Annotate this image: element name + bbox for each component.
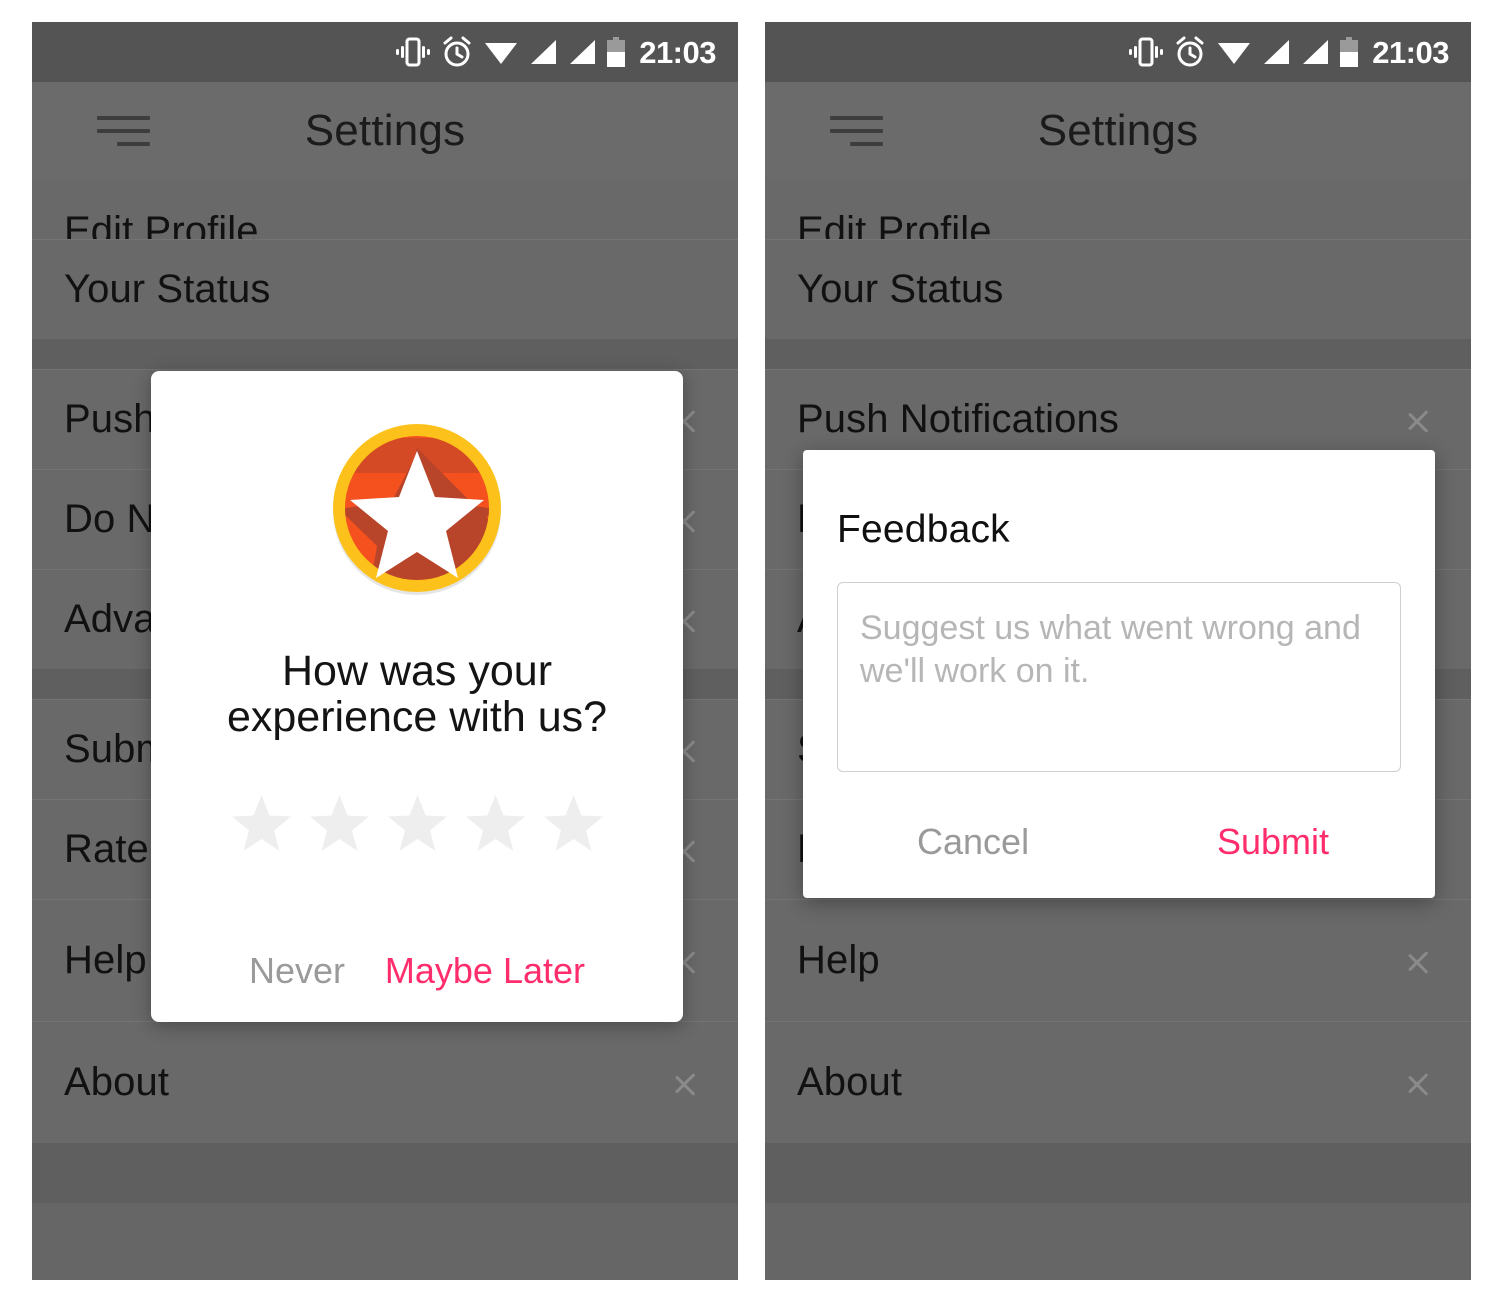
battery-icon xyxy=(607,37,626,67)
alarm-icon xyxy=(1176,36,1204,67)
feedback-textarea[interactable] xyxy=(837,582,1401,772)
never-button[interactable]: Never xyxy=(247,942,347,1000)
signal-icon xyxy=(531,40,557,64)
signal-icon xyxy=(570,40,596,64)
section-divider xyxy=(765,339,1471,369)
list-item[interactable]: Edit Profile xyxy=(32,179,738,253)
sidebar-item-label: Your Status xyxy=(64,267,271,311)
sidebar-item-label: Help xyxy=(797,938,880,982)
chevron-right-icon xyxy=(1409,1063,1431,1103)
list-item[interactable]: About xyxy=(32,1021,738,1143)
submit-button[interactable]: Submit xyxy=(1215,813,1331,871)
rate-dialog-actions: Never Maybe Later xyxy=(151,942,683,1000)
section-divider xyxy=(32,1143,738,1203)
feedback-dialog: Feedback Cancel Submit xyxy=(803,450,1435,898)
battery-icon xyxy=(1340,37,1359,67)
rating-star-icon[interactable] xyxy=(230,793,293,853)
sidebar-item-label: About xyxy=(797,1060,903,1104)
rating-star-icon[interactable] xyxy=(386,793,449,853)
cancel-button[interactable]: Cancel xyxy=(915,813,1031,871)
list-item[interactable]: About xyxy=(765,1021,1471,1143)
list-item[interactable]: Edit Profile xyxy=(765,179,1471,253)
feedback-dialog-title: Feedback xyxy=(837,508,1010,551)
rate-app-dialog: How was your experience with us? Never M… xyxy=(151,371,683,1022)
list-item[interactable]: Your Status xyxy=(765,239,1471,339)
wifi-icon xyxy=(485,43,518,64)
maybe-later-button[interactable]: Maybe Later xyxy=(383,942,587,1000)
signal-icon xyxy=(1264,40,1290,64)
section-divider xyxy=(765,1143,1471,1203)
vibrate-icon xyxy=(396,37,431,67)
status-bar: 21:03 xyxy=(765,22,1471,82)
sidebar-item-label: Help xyxy=(64,938,147,982)
status-bar-clock: 21:03 xyxy=(639,34,716,70)
status-bar-clock: 21:03 xyxy=(1372,34,1449,70)
alarm-icon xyxy=(443,36,471,67)
wifi-icon xyxy=(1218,43,1251,64)
sidebar-item-label: Push Notifications xyxy=(797,397,1119,441)
rating-star-icon[interactable] xyxy=(464,793,527,853)
section-divider xyxy=(32,339,738,369)
hamburger-menu-icon[interactable] xyxy=(830,115,883,146)
chevron-right-icon xyxy=(1409,400,1431,440)
star-badge-icon xyxy=(324,418,510,604)
star-rating-control[interactable] xyxy=(230,793,605,853)
list-item[interactable]: Help xyxy=(765,899,1471,1021)
signal-icon xyxy=(1303,40,1329,64)
status-bar: 21:03 xyxy=(32,22,738,82)
phone-screen-feedback-dialog: 21:03 Settings Edit Profile Your Status … xyxy=(765,22,1471,1280)
sidebar-item-label: Your Status xyxy=(797,267,1004,311)
feedback-dialog-actions: Cancel Submit xyxy=(837,813,1401,871)
list-item[interactable]: Your Status xyxy=(32,239,738,339)
rating-star-icon[interactable] xyxy=(308,793,371,853)
rate-dialog-title: How was your experience with us? xyxy=(226,647,608,742)
screenshot-stage: 21:03 Settings Edit Profile Your Status … xyxy=(0,0,1500,1304)
rating-star-icon[interactable] xyxy=(542,793,605,853)
app-toolbar: Settings xyxy=(765,82,1471,179)
app-toolbar: Settings xyxy=(32,82,738,179)
chevron-right-icon xyxy=(1409,941,1431,981)
hamburger-menu-icon[interactable] xyxy=(97,115,150,146)
chevron-right-icon xyxy=(676,1063,698,1103)
phone-screen-rate-dialog: 21:03 Settings Edit Profile Your Status … xyxy=(32,22,738,1280)
vibrate-icon xyxy=(1129,37,1164,67)
sidebar-item-label: About xyxy=(64,1060,170,1104)
